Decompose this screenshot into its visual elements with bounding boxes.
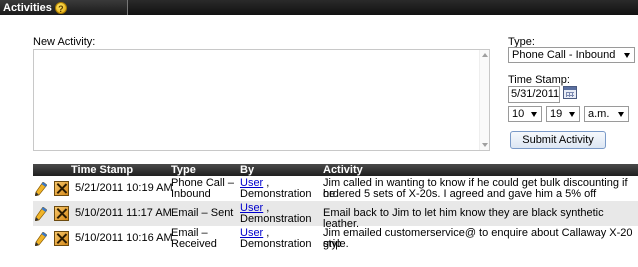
row-activity-line2: style. bbox=[323, 238, 349, 250]
pencil-icon[interactable] bbox=[35, 182, 47, 196]
col-header-activity: Activity bbox=[323, 164, 363, 176]
new-activity-label: New Activity: bbox=[33, 36, 96, 48]
row-timestamp: 5/10/2011 10:16 AM bbox=[75, 232, 173, 244]
chevron-down-icon bbox=[531, 112, 537, 117]
hour-select-value: 10 bbox=[512, 108, 525, 120]
help-icon[interactable]: ? bbox=[54, 1, 67, 14]
row-type-line2: Inbound bbox=[171, 188, 211, 200]
date-input[interactable]: 5/31/2011 bbox=[508, 86, 560, 103]
row-activity-line1: Jim emailed customerservice@ to enquire … bbox=[323, 227, 633, 250]
panel-title-wrap: Activities ? bbox=[0, 0, 128, 15]
submit-activity-button[interactable]: Submit Activity bbox=[510, 131, 606, 149]
chevron-down-icon bbox=[618, 112, 624, 117]
delete-x-icon[interactable] bbox=[54, 231, 69, 246]
table-row: 5/21/2011 10:19 AM Phone Call – Inbound … bbox=[33, 176, 638, 211]
minute-select[interactable]: 19 bbox=[546, 106, 580, 122]
calendar-icon[interactable] bbox=[563, 86, 577, 99]
activity-table: Time Stamp Type By Activity 5/21/2011 10… bbox=[33, 164, 638, 251]
timestamp-label: Time Stamp: bbox=[508, 74, 570, 86]
hour-select[interactable]: 10 bbox=[508, 106, 542, 122]
minute-select-value: 19 bbox=[550, 108, 563, 120]
pencil-icon[interactable] bbox=[35, 232, 47, 246]
col-header-by: By bbox=[240, 164, 255, 176]
type-select-value: Phone Call - Inbound bbox=[512, 49, 616, 61]
row-type-line1: Email – Sent bbox=[171, 207, 234, 219]
chevron-down-icon bbox=[569, 112, 575, 117]
textarea-scrollbar[interactable] bbox=[479, 50, 489, 150]
delete-x-icon[interactable] bbox=[54, 181, 69, 196]
new-activity-textarea[interactable] bbox=[33, 49, 490, 151]
row-timestamp: 5/10/2011 11:17 AM bbox=[75, 207, 172, 219]
pencil-icon[interactable] bbox=[35, 207, 47, 221]
ampm-select-value: a.m. bbox=[588, 108, 610, 120]
chevron-down-icon bbox=[624, 53, 630, 58]
row-by-line2: Demonstration bbox=[240, 213, 312, 225]
table-row: 5/10/2011 10:16 AM Email – Received User… bbox=[33, 226, 638, 251]
delete-x-icon[interactable] bbox=[54, 206, 69, 221]
row-by-line2: Demonstration bbox=[240, 188, 312, 200]
scroll-up-arrow-icon[interactable] bbox=[482, 53, 488, 57]
table-row: 5/10/2011 11:17 AM Email – Sent User , D… bbox=[33, 201, 638, 230]
panel-header: Activities ? bbox=[0, 0, 638, 15]
col-header-type: Type bbox=[171, 164, 196, 176]
table-header: Time Stamp Type By Activity bbox=[33, 164, 638, 176]
scroll-down-arrow-icon[interactable] bbox=[482, 143, 488, 147]
type-select[interactable]: Phone Call - Inbound bbox=[508, 47, 635, 63]
row-by-line2: Demonstration bbox=[240, 238, 312, 250]
ampm-select[interactable]: a.m. bbox=[584, 106, 629, 122]
row-timestamp: 5/21/2011 10:19 AM bbox=[75, 182, 173, 194]
col-header-timestamp: Time Stamp bbox=[71, 164, 134, 176]
row-type-line2: Received bbox=[171, 238, 217, 250]
panel-title: Activities bbox=[3, 1, 52, 14]
